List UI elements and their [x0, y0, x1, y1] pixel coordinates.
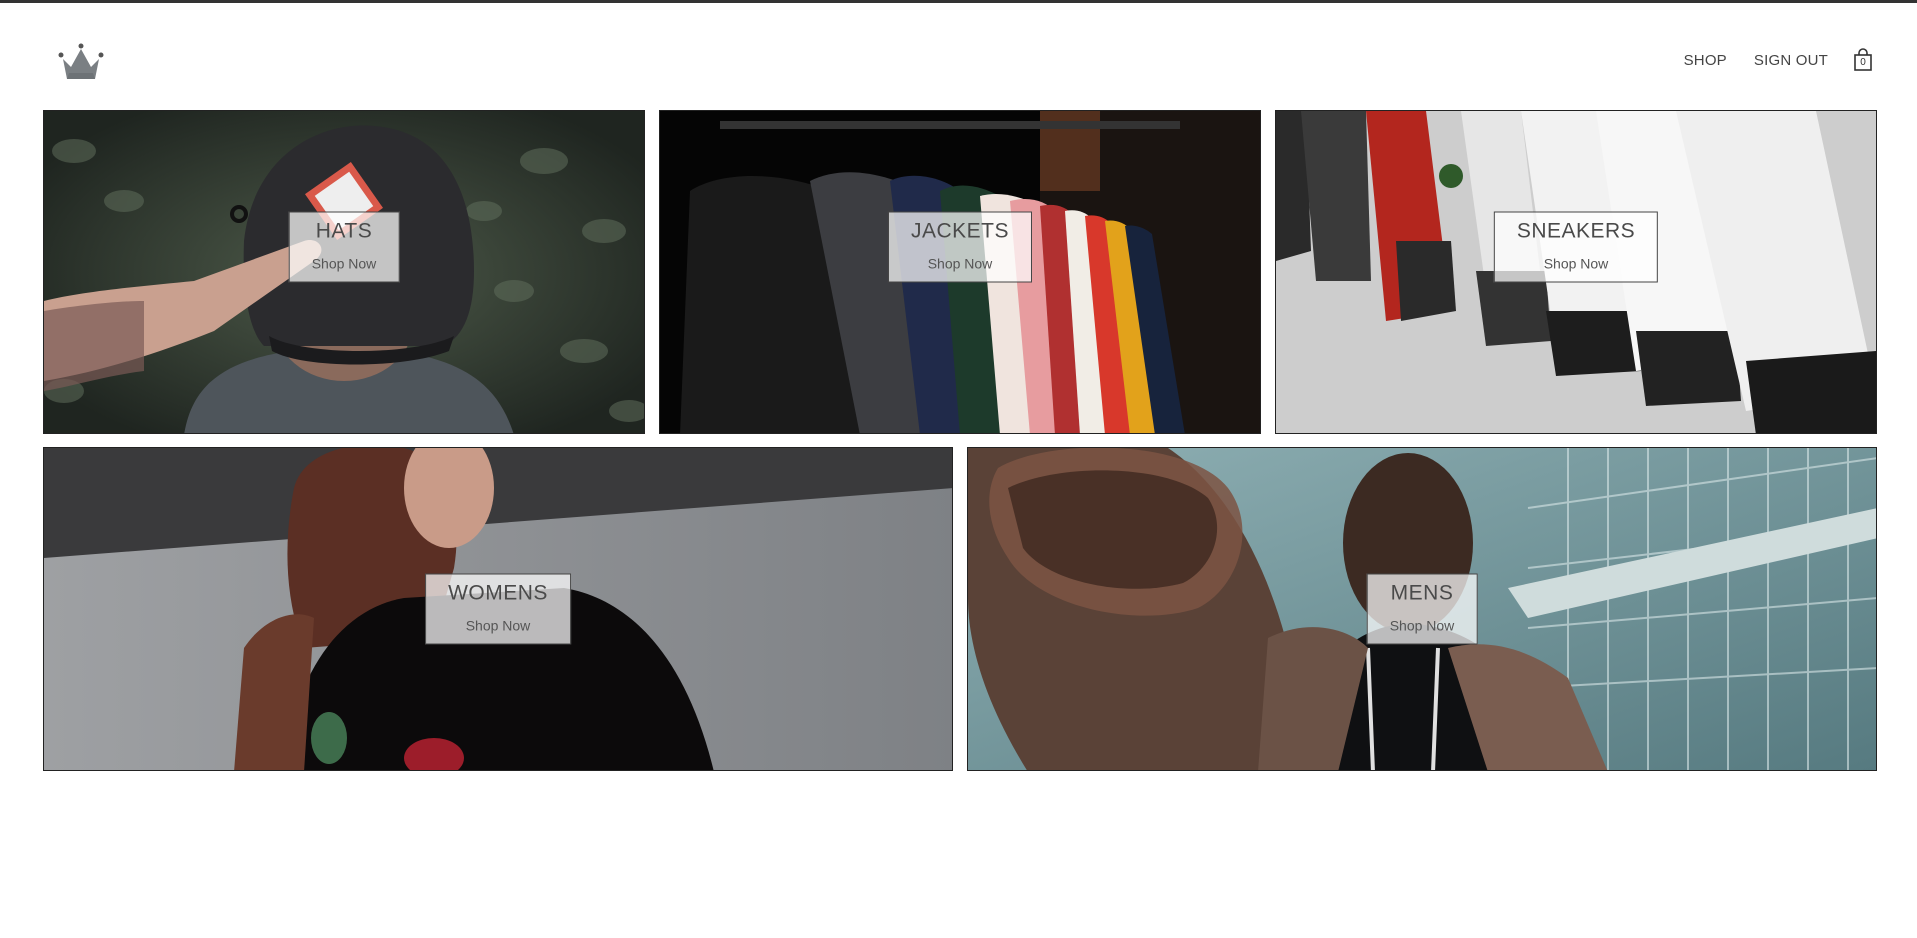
- hats-label-box[interactable]: HATS Shop Now: [288, 211, 400, 283]
- jackets-label-box[interactable]: JACKETS Shop Now: [887, 211, 1033, 283]
- crown-logo-icon[interactable]: [57, 43, 105, 83]
- hats-shop-now-link[interactable]: Shop Now: [312, 256, 377, 272]
- category-tile-hats[interactable]: HATS Shop Now: [43, 110, 645, 434]
- cart-item-count: 0: [1860, 57, 1866, 68]
- sneakers-shop-now-link[interactable]: Shop Now: [1517, 256, 1635, 272]
- womens-title: WOMENS: [448, 581, 548, 605]
- nav-shop-link[interactable]: SHOP: [1684, 52, 1727, 69]
- sneakers-label-box[interactable]: SNEAKERS Shop Now: [1493, 211, 1659, 283]
- category-tile-mens[interactable]: MENS Shop Now: [967, 447, 1877, 771]
- womens-label-box[interactable]: WOMENS Shop Now: [425, 573, 571, 645]
- category-tile-jackets[interactable]: JACKETS Shop Now: [659, 110, 1261, 434]
- shopping-bag-icon[interactable]: 0: [1852, 48, 1874, 72]
- jackets-shop-now-link[interactable]: Shop Now: [911, 256, 1009, 272]
- category-tile-womens[interactable]: WOMENS Shop Now: [43, 447, 953, 771]
- mens-title: MENS: [1390, 581, 1454, 605]
- mens-label-box[interactable]: MENS Shop Now: [1366, 573, 1478, 645]
- nav-sign-out-link[interactable]: SIGN OUT: [1754, 52, 1828, 69]
- header: SHOP SIGN OUT 0: [43, 39, 1874, 89]
- jackets-title: JACKETS: [910, 219, 1010, 243]
- womens-shop-now-link[interactable]: Shop Now: [448, 618, 548, 634]
- mens-shop-now-link[interactable]: Shop Now: [1390, 618, 1455, 634]
- hats-title: HATS: [315, 219, 373, 243]
- category-tile-sneakers[interactable]: SNEAKERS Shop Now: [1275, 110, 1877, 434]
- sneakers-title: SNEAKERS: [1516, 219, 1636, 243]
- main-nav: SHOP SIGN OUT 0: [1657, 48, 1874, 72]
